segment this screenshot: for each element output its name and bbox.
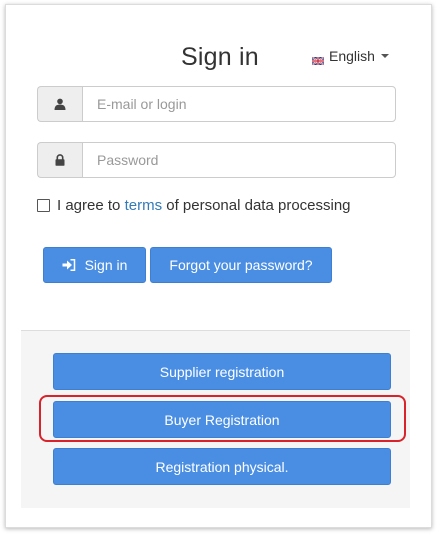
password-field-group: [37, 142, 396, 178]
sign-in-label: Sign in: [84, 257, 128, 273]
supplier-registration-button[interactable]: Supplier registration: [53, 353, 391, 390]
sign-in-button[interactable]: Sign in: [43, 247, 146, 283]
user-icon: [37, 86, 82, 122]
physical-registration-button[interactable]: Registration physical.: [53, 448, 391, 485]
forgot-password-label: Forgot your password?: [169, 257, 313, 273]
caret-down-icon: [380, 54, 389, 58]
terms-link[interactable]: terms: [125, 197, 163, 214]
password-input[interactable]: [82, 142, 396, 178]
sign-in-icon: [62, 259, 76, 271]
language-dropdown[interactable]: English: [311, 47, 389, 66]
supplier-registration-label: Supplier registration: [159, 363, 285, 380]
terms-agreement: I agree to terms of personal data proces…: [37, 195, 351, 215]
lock-icon: [37, 142, 82, 178]
email-input[interactable]: [82, 86, 396, 122]
language-label: English: [329, 48, 375, 64]
terms-checkbox[interactable]: [37, 198, 50, 212]
physical-registration-label: Registration physical.: [155, 458, 289, 475]
email-field-group: [37, 86, 396, 122]
terms-suffix-text: of personal data processing: [166, 196, 351, 214]
forgot-password-button[interactable]: Forgot your password?: [150, 247, 332, 283]
uk-flag-icon: [311, 52, 325, 66]
page-title: Sign in: [181, 43, 259, 71]
buyer-registration-label: Buyer Registration: [164, 411, 280, 428]
terms-prefix-text: I agree to: [57, 196, 121, 214]
buyer-registration-button[interactable]: Buyer Registration: [53, 401, 391, 438]
